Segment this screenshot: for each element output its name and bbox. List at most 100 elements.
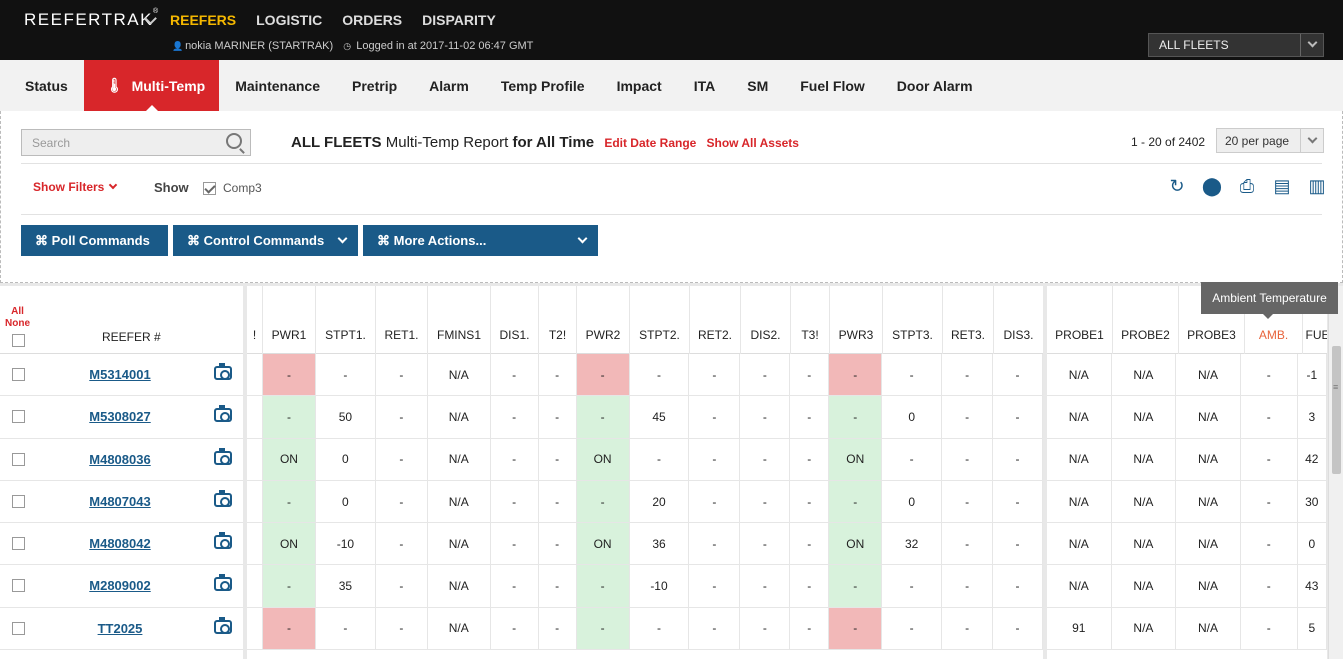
column-header[interactable]: STPT3.	[883, 286, 943, 354]
row-checkbox[interactable]	[12, 494, 25, 508]
export-xls-all-icon[interactable]: ▥	[1306, 175, 1328, 197]
tab-status[interactable]: Status	[0, 60, 84, 111]
row-checkbox[interactable]	[12, 410, 25, 424]
scrollbar-thumb[interactable]	[1332, 346, 1341, 474]
topnav-disparity[interactable]: DISPARITY	[422, 12, 496, 28]
report-name: Multi-Temp Report	[385, 134, 509, 151]
table-cell: -	[491, 565, 539, 607]
reefer-id-link[interactable]: M4807043	[60, 494, 180, 509]
table-cell: -	[491, 523, 539, 565]
select-all-checkbox[interactable]	[12, 334, 25, 347]
brand-logo[interactable]: REEFERTRAK®	[24, 8, 160, 30]
table-cell: -	[740, 607, 791, 650]
tab-temp-profile[interactable]: Temp Profile	[485, 60, 601, 111]
vertical-scrollbar[interactable]: ≡	[1328, 286, 1343, 659]
table-cell: N/A	[1176, 523, 1241, 565]
column-header[interactable]: PROBE1	[1047, 286, 1113, 354]
table-cell	[247, 607, 263, 650]
topnav-orders[interactable]: ORDERS	[342, 12, 402, 28]
column-header[interactable]: DIS2.	[741, 286, 791, 354]
reefer-id-link[interactable]: M4808036	[60, 452, 180, 467]
camera-icon[interactable]	[214, 616, 232, 634]
per-page-select[interactable]: 20 per page	[1216, 128, 1324, 153]
table-row: 91 N/A N/A -5	[1047, 607, 1327, 651]
column-header[interactable]: PWR2	[577, 286, 630, 354]
camera-icon[interactable]	[214, 532, 232, 550]
column-header[interactable]: PWR3	[830, 286, 883, 354]
column-header[interactable]: T3!	[791, 286, 830, 354]
topnav-logistic[interactable]: LOGISTIC	[256, 12, 322, 28]
table-cell: -	[1241, 565, 1298, 607]
row-checkbox[interactable]	[12, 579, 25, 593]
column-header[interactable]: FMINS1	[428, 286, 491, 354]
table-cell: -	[689, 480, 741, 523]
reefer-id-link[interactable]: M2809002	[60, 578, 180, 593]
row-checkbox[interactable]	[12, 368, 25, 381]
table-row: ON 0- N/A - - ON - - - - ON - - -	[247, 438, 1043, 481]
reefer-id-link[interactable]: TT2025	[60, 621, 180, 636]
export-xls-icon[interactable]: ▤	[1271, 175, 1293, 197]
edit-date-range-link[interactable]: Edit Date Range	[604, 136, 696, 150]
table-cell: 35	[316, 565, 376, 607]
tab-impact[interactable]: Impact	[601, 60, 678, 111]
table-cell: -	[630, 607, 690, 650]
camera-icon[interactable]	[214, 489, 232, 507]
camera-icon[interactable]	[214, 447, 232, 465]
tab-multi-temp[interactable]: 🌡 Multi-Temp	[83, 60, 220, 112]
map-pin-icon[interactable]: ⬤	[1201, 175, 1223, 197]
row-checkbox[interactable]	[12, 621, 25, 635]
column-header[interactable]: PROBE2	[1113, 286, 1179, 354]
column-header[interactable]: !	[247, 286, 263, 354]
table-cell: -	[630, 438, 690, 480]
table-cell: -	[376, 523, 428, 565]
reefer-id-link[interactable]: M5314001	[60, 367, 180, 382]
table-cell: N/A	[428, 523, 491, 565]
show-all-assets-link[interactable]: Show All Assets	[707, 136, 799, 150]
select-none-link[interactable]: None	[5, 318, 30, 330]
poll-commands-button[interactable]: ⌘ Poll Commands	[21, 225, 168, 256]
tab-fuel-flow[interactable]: Fuel Flow	[784, 60, 881, 111]
table-row: M2809002	[0, 565, 243, 608]
table-row: -50- N/A - - -45- - - -0- -	[247, 396, 1043, 439]
top-bar: REEFERTRAK® REEFERS LOGISTIC ORDERS DISP…	[0, 0, 1343, 60]
tab-maintenance[interactable]: Maintenance	[219, 60, 336, 111]
refresh-icon[interactable]: ↻	[1166, 175, 1188, 197]
more-actions-button[interactable]: ⌘ More Actions...	[363, 225, 598, 256]
search-icon[interactable]	[226, 133, 242, 149]
comp3-checkbox[interactable]: Comp3	[203, 181, 262, 195]
reefer-column-header[interactable]: REEFER #	[102, 330, 161, 344]
column-header[interactable]: STPT1.	[316, 286, 376, 354]
camera-icon[interactable]	[214, 405, 232, 423]
tab-pretrip[interactable]: Pretrip	[336, 60, 413, 111]
column-header[interactable]: RET2.	[690, 286, 741, 354]
reefer-id-link[interactable]: M5308027	[60, 409, 180, 424]
column-header[interactable]: T2!	[539, 286, 577, 354]
tab-alarm[interactable]: Alarm	[413, 60, 485, 111]
show-filters-toggle[interactable]: Show Filters	[33, 180, 118, 194]
topnav-reefers[interactable]: REEFERS	[170, 12, 236, 28]
column-header[interactable]: STPT2.	[630, 286, 690, 354]
camera-icon[interactable]	[214, 574, 232, 592]
tab-ita[interactable]: ITA	[678, 60, 732, 111]
tab-door-alarm[interactable]: Door Alarm	[881, 60, 989, 111]
search-input[interactable]: Search	[21, 129, 251, 156]
select-all-link[interactable]: All	[5, 306, 30, 318]
table-cell: -	[882, 607, 943, 650]
column-header[interactable]: PWR1	[263, 286, 316, 354]
column-header[interactable]: DIS3.	[994, 286, 1043, 354]
checkbox[interactable]	[203, 181, 216, 195]
control-commands-button[interactable]: ⌘ Control Commands	[173, 225, 358, 256]
select-all-none[interactable]: All None	[5, 306, 30, 330]
column-header[interactable]: DIS1.	[491, 286, 539, 354]
row-checkbox[interactable]	[12, 452, 25, 466]
tab-sm[interactable]: SM	[731, 60, 784, 111]
print-icon[interactable]: ⎙	[1236, 175, 1258, 197]
table-cell: N/A	[1047, 480, 1112, 523]
row-checkbox[interactable]	[12, 537, 25, 551]
fleet-select[interactable]: ALL FLEETS	[1148, 33, 1324, 57]
column-header[interactable]: RET1.	[376, 286, 428, 354]
column-header[interactable]: RET3.	[943, 286, 994, 354]
reefer-id-link[interactable]: M4808042	[60, 536, 180, 551]
camera-icon[interactable]	[214, 363, 232, 380]
table-cell	[247, 523, 263, 565]
